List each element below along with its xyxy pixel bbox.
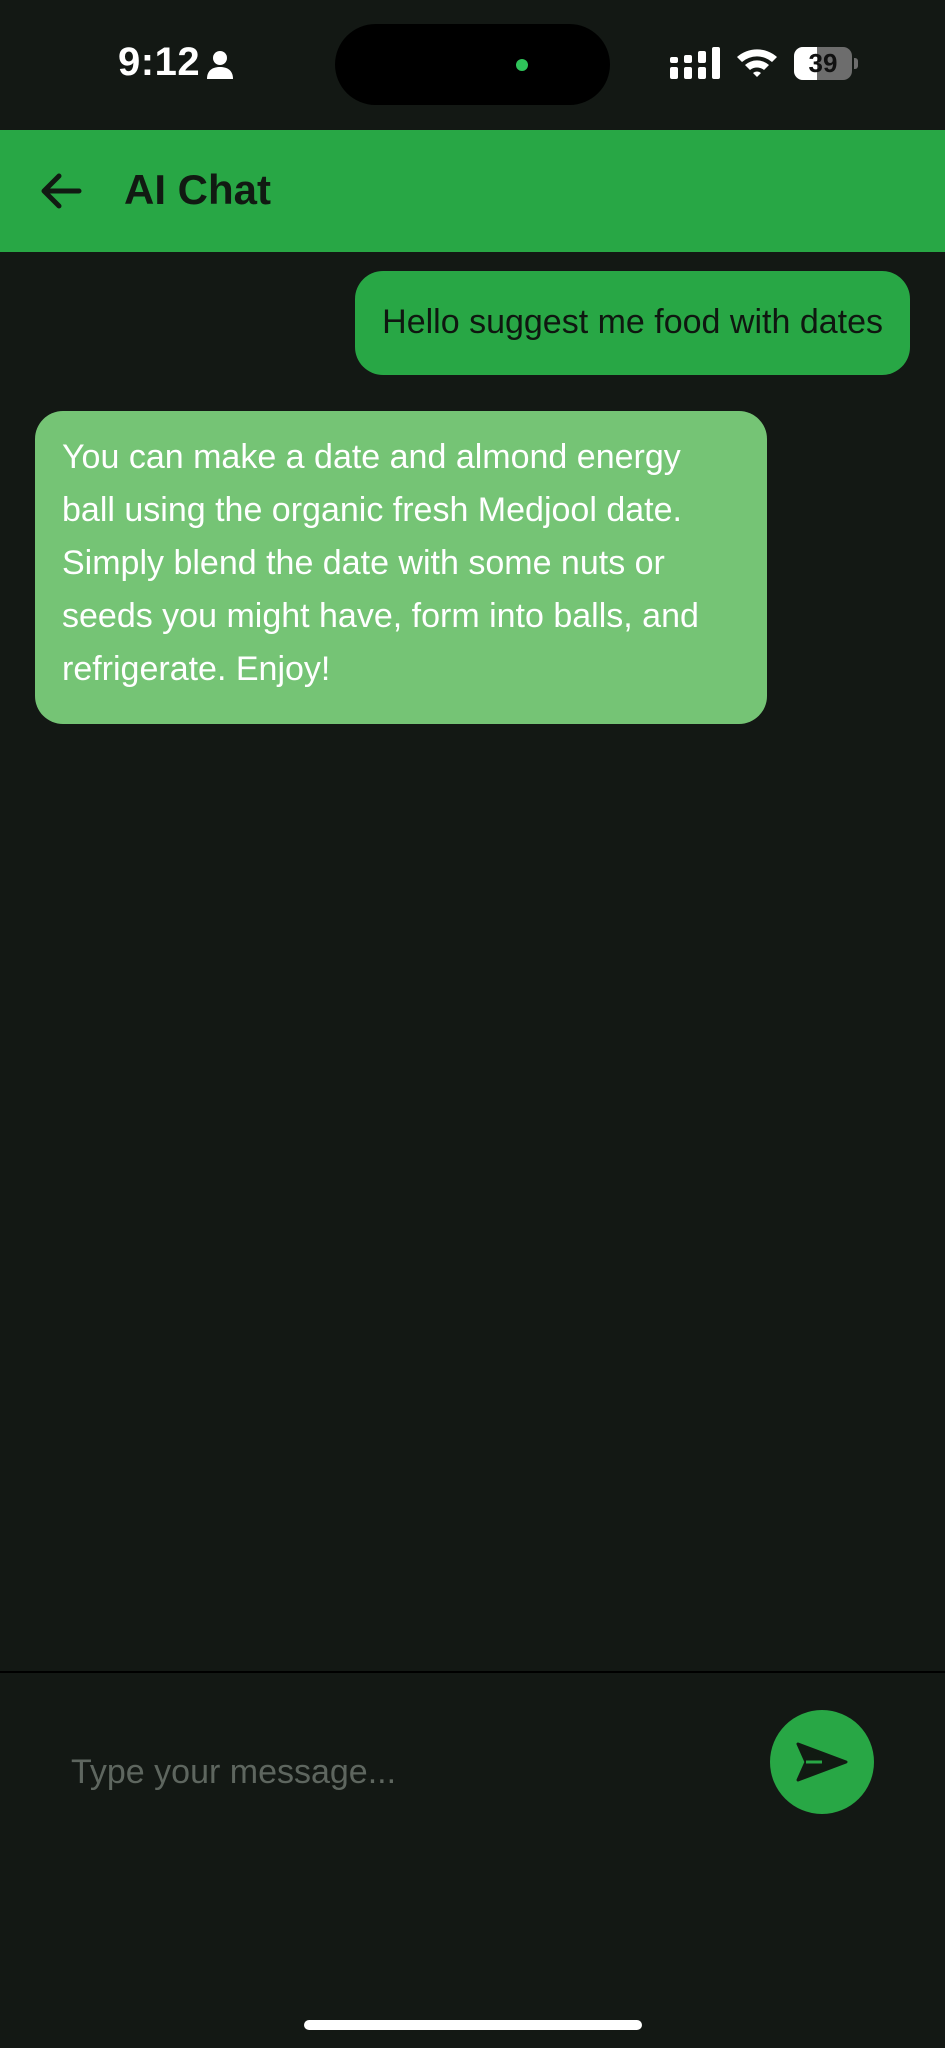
app-bar: AI Chat <box>0 130 945 252</box>
send-button[interactable] <box>770 1710 874 1814</box>
user-message-bubble: Hello suggest me food with dates <box>355 271 910 375</box>
status-bar: 9:12 39 <box>0 0 945 130</box>
cellular-signal-icon <box>670 47 720 79</box>
battery-icon: 39 <box>794 47 858 80</box>
ai-message-bubble: You can make a date and almond energy ba… <box>35 411 767 724</box>
arrow-left-icon <box>41 173 82 209</box>
back-button[interactable] <box>30 160 92 222</box>
person-icon <box>207 51 233 79</box>
page-title: AI Chat <box>124 166 271 213</box>
send-icon <box>796 1742 848 1782</box>
status-time: 9:12 <box>118 40 201 84</box>
dynamic-island <box>335 24 610 105</box>
battery-percent: 39 <box>808 48 838 78</box>
wifi-icon <box>737 49 777 77</box>
message-input[interactable] <box>55 1740 735 1804</box>
camera-indicator-dot <box>516 59 528 71</box>
composer-divider <box>0 1671 945 1673</box>
home-indicator[interactable] <box>304 2020 642 2030</box>
